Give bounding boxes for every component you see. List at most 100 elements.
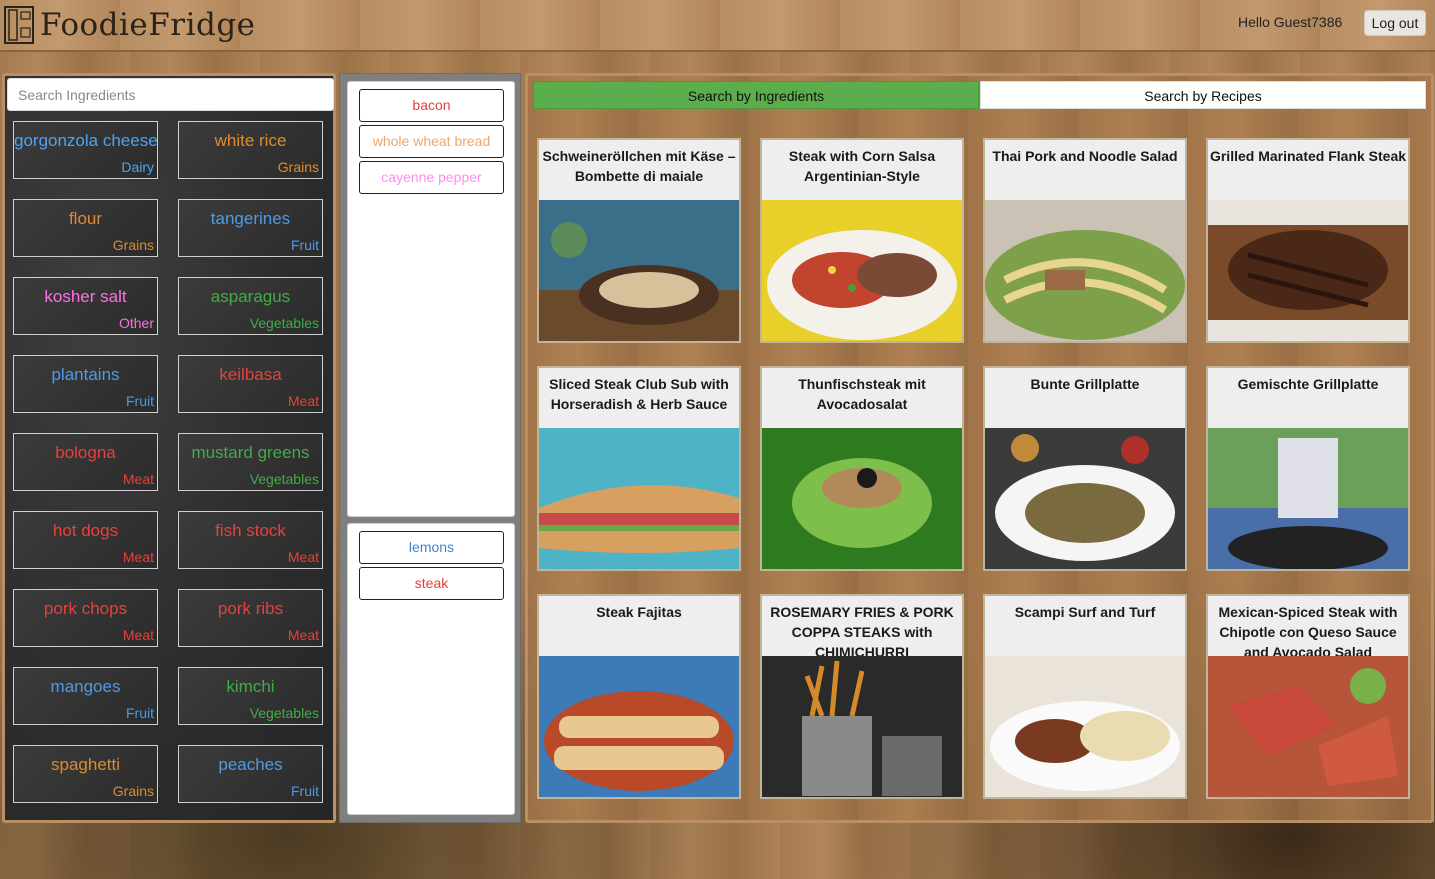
logo[interactable]: FoodieFridge [4,4,256,46]
ingredient-tile[interactable]: mustard greens Vegetables [178,433,323,491]
selected-ingredient-pill[interactable]: steak [359,567,504,600]
ingredient-name: bologna [55,443,116,462]
ingredient-category: Dairy [121,159,154,175]
ingredient-name: white rice [214,131,287,150]
ingredient-name: peaches [218,755,283,774]
ingredient-tile[interactable]: keilbasa Meat [178,355,323,413]
recipe-image [539,200,739,341]
recipe-image [762,200,962,341]
recipe-card[interactable]: Gemischte Grillplatte [1206,366,1410,571]
ingredient-tile[interactable]: white rice Grains [178,121,323,179]
recipe-card[interactable]: Thunfischsteak mit Avocadosalat [760,366,964,571]
recipe-card[interactable]: Sliced Steak Club Sub with Horseradish &… [537,366,741,571]
ingredient-category: Meat [122,627,154,643]
ingredient-tile[interactable]: mangoes Fruit [13,667,158,725]
ingredient-tile[interactable]: peaches Fruit [178,745,323,803]
recipe-image [762,656,962,797]
recipe-card[interactable]: Schweineröllchen mit Käse – Bombette di … [537,138,741,343]
ingredient-category: Fruit [291,783,319,799]
recipe-title: Schweineröllchen mit Käse – Bombette di … [542,148,736,184]
selected-ingredient-pill[interactable]: lemons [359,531,504,564]
recipe-title: Sliced Steak Club Sub with Horseradish &… [549,376,729,412]
search-ingredients-input[interactable] [7,78,334,111]
tab-search-by-ingredients[interactable]: Search by Ingredients [533,81,979,109]
ingredient-category: Fruit [126,705,154,721]
ingredient-name: spaghetti [51,755,120,774]
ingredient-category: Meat [287,627,319,643]
ingredient-category: Other [118,315,154,331]
ingredient-category: Meat [287,393,319,409]
recipe-card[interactable]: Mexican-Spiced Steak with Chipotle con Q… [1206,594,1410,799]
ingredient-tile[interactable]: fish stock Meat [178,511,323,569]
ingredient-tile[interactable]: kimchi Vegetables [178,667,323,725]
ingredient-name: fish stock [215,521,286,540]
tab-search-by-recipes[interactable]: Search by Recipes [980,81,1426,109]
selected-ingredient-pill[interactable]: cayenne pepper [359,161,504,194]
ingredient-tile[interactable]: plantains Fruit [13,355,158,413]
ingredient-category: Meat [287,549,319,565]
recipe-title: Mexican-Spiced Steak with Chipotle con Q… [1218,604,1398,656]
ingredient-category: Fruit [126,393,154,409]
ingredient-tile[interactable]: hot dogs Meat [13,511,158,569]
ingredient-name: keilbasa [219,365,282,384]
ingredient-name: pork ribs [217,599,284,618]
recipe-card[interactable]: Steak Fajitas [537,594,741,799]
ingredient-name: pork chops [43,599,128,618]
recipe-title: ROSEMARY FRIES & PORK COPPA STEAKS with … [770,604,954,656]
recipe-title: Steak with Corn Salsa Argentinian-Style [788,148,936,184]
required-ingredients-box: lemons steak [347,523,515,815]
ingredient-category: Meat [122,471,154,487]
ingredient-tile[interactable]: spaghetti Grains [13,745,158,803]
ingredient-tile[interactable]: kosher salt Other [13,277,158,335]
recipe-card[interactable]: ROSEMARY FRIES & PORK COPPA STEAKS with … [760,594,964,799]
recipe-image [985,200,1185,341]
recipe-card[interactable]: Thai Pork and Noodle Salad [983,138,1187,343]
ingredient-name: mangoes [50,677,121,696]
ingredient-name: plantains [51,365,120,384]
selected-ingredient-pill[interactable]: whole wheat bread [359,125,504,158]
app-name: FoodieFridge [40,7,256,43]
ingredient-category: Fruit [291,237,319,253]
ingredient-tile[interactable]: tangerines Fruit [178,199,323,257]
ingredient-name: mustard greens [191,443,310,462]
recipe-title: Gemischte Grillplatte [1237,376,1379,392]
recipe-title: Thai Pork and Noodle Salad [992,148,1178,164]
recipe-image [539,428,739,569]
recipe-image [762,428,962,569]
ingredient-tile[interactable]: flour Grains [13,199,158,257]
recipe-card[interactable]: Grilled Marinated Flank Steak [1206,138,1410,343]
recipe-title: Grilled Marinated Flank Steak [1209,148,1407,164]
selected-ingredient-pill[interactable]: bacon [359,89,504,122]
ingredient-category: Vegetables [249,315,319,331]
ingredient-category: Grains [112,237,154,253]
ingredient-tile[interactable]: pork chops Meat [13,589,158,647]
recipe-title: Steak Fajitas [596,604,682,620]
logout-button[interactable]: Log out [1364,10,1426,36]
recipe-image [1208,656,1408,797]
ingredient-tile[interactable]: gorgonzola cheese Dairy [13,121,158,179]
recipe-image [539,656,739,797]
recipe-image [1208,200,1408,341]
recipe-title: Scampi Surf and Turf [1014,604,1156,620]
ingredient-name: kosher salt [44,287,127,306]
recipe-image [985,428,1185,569]
ingredient-tile[interactable]: pork ribs Meat [178,589,323,647]
ingredient-tile[interactable]: bologna Meat [13,433,158,491]
ingredient-category: Vegetables [249,705,319,721]
ingredient-category: Grains [112,783,154,799]
ingredient-category: Vegetables [249,471,319,487]
recipe-image [1208,428,1408,569]
recipe-card[interactable]: Bunte Grillplatte [983,366,1187,571]
ingredient-name: gorgonzola cheese [14,131,158,150]
ingredient-name: asparagus [210,287,291,306]
selected-ingredients-panel: bacon whole wheat bread cayenne pepper lem… [339,73,521,823]
ingredient-category: Meat [122,549,154,565]
ingredient-tile[interactable]: asparagus Vegetables [178,277,323,335]
recipe-card[interactable]: Steak with Corn Salsa Argentinian-Style [760,138,964,343]
ingredient-name: hot dogs [52,521,119,540]
ingredient-name: kimchi [226,677,275,696]
fridge-icon [4,6,34,44]
fridge-ingredients-box: bacon whole wheat bread cayenne pepper [347,81,515,517]
recipe-title: Thunfischsteak mit Avocadosalat [798,376,926,412]
recipe-card[interactable]: Scampi Surf and Turf [983,594,1187,799]
